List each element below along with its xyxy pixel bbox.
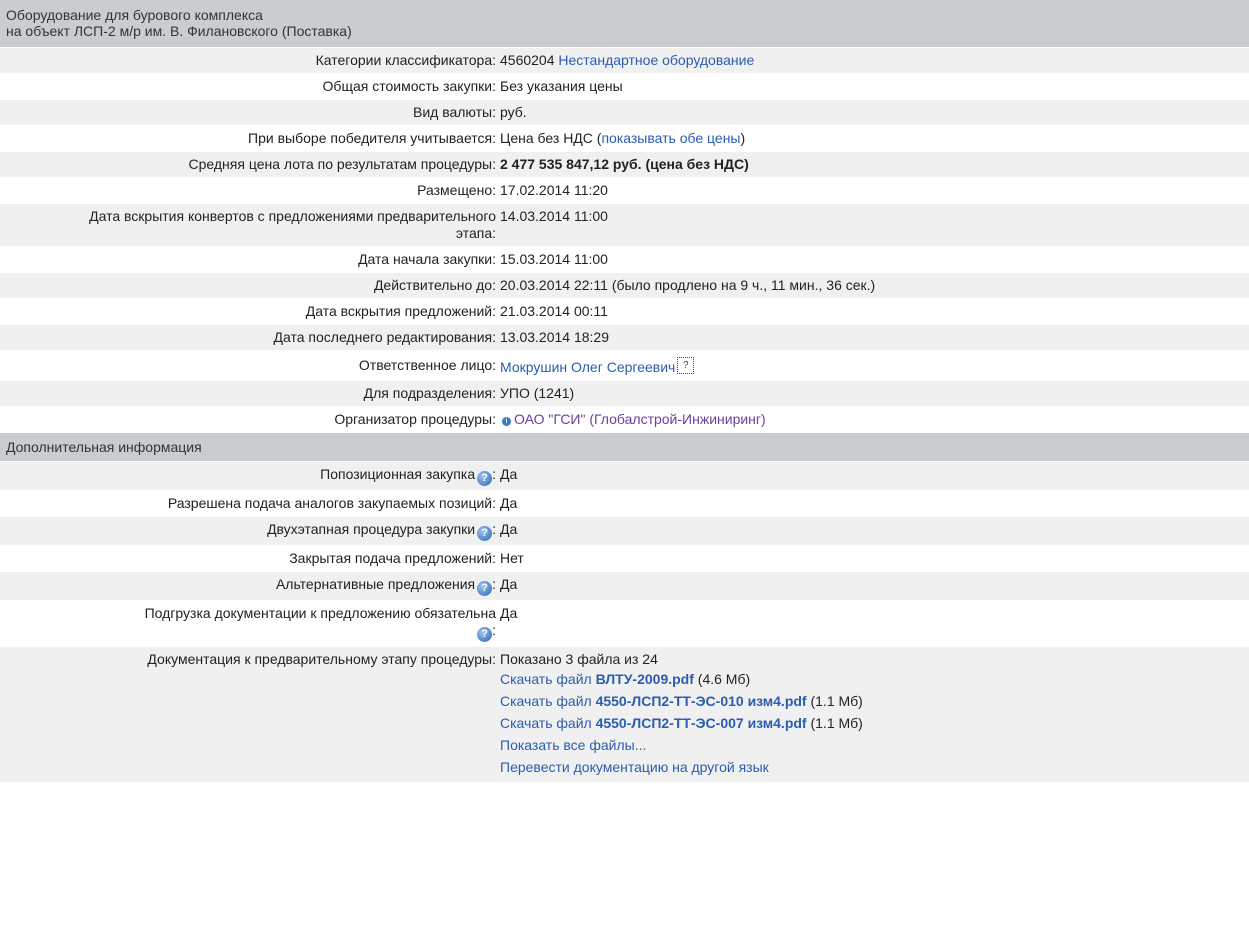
analogs-row: Разрешена подача аналогов закупаемых поз…: [0, 491, 1249, 517]
two-stage-row: Двухэтапная процедура закупки?: Да: [0, 517, 1249, 546]
procedure-title-line1: Оборудование для бурового комплекса: [6, 7, 263, 23]
classifier-row: Категории классификатора: 4560204 Нестан…: [0, 48, 1249, 74]
total-cost-label: Общая стоимость закупки:: [322, 78, 496, 94]
envelopes-opening-value: 14.03.2014 11:00: [500, 208, 608, 224]
currency-value: руб.: [500, 104, 527, 120]
download-file-link[interactable]: Скачать файл ВЛТУ-2009.pdf: [500, 671, 694, 687]
docs-upload-required-row: Подгрузка документации к предложению обя…: [0, 601, 1249, 647]
itemized-label: Попозиционная закупка: [320, 466, 476, 482]
bids-opening-row: Дата вскрытия предложений: 21.03.2014 00…: [0, 299, 1249, 325]
start-date-value: 15.03.2014 11:00: [500, 251, 608, 267]
last-edited-row: Дата последнего редактирования: 13.03.20…: [0, 325, 1249, 351]
closed-submission-row: Закрытая подача предложений: Нет: [0, 546, 1249, 572]
average-price-value: 2 477 535 847,12 руб. (цена без НДС): [500, 156, 749, 172]
show-both-prices-link[interactable]: показывать обе цены: [601, 130, 740, 146]
file-item: Скачать файл 4550-ЛСП2-ТТ-ЭС-010 изм4.pd…: [500, 690, 1245, 712]
last-edited-value: 13.03.2014 18:29: [500, 329, 609, 345]
winner-criteria-row: При выборе победителя учитывается: Цена …: [0, 126, 1249, 152]
file-item: Скачать файл ВЛТУ-2009.pdf (4.6 Мб): [500, 668, 1245, 690]
responsible-person-link[interactable]: Мокрушин Олег Сергеевич: [500, 359, 675, 375]
last-edited-label: Дата последнего редактирования:: [273, 329, 496, 345]
division-row: Для подразделения: УПО (1241): [0, 381, 1249, 407]
docs-upload-required-value: Да: [500, 605, 518, 621]
itemized-value: Да: [500, 466, 518, 482]
valid-until-value: 20.03.2014 22:11 (было продлено на 9 ч.,…: [500, 277, 876, 293]
two-stage-value: Да: [500, 521, 518, 537]
help-icon[interactable]: ?: [477, 526, 493, 541]
posted-value: 17.02.2014 11:20: [500, 182, 608, 198]
help-icon[interactable]: ?: [477, 627, 493, 642]
classifier-link[interactable]: Нестандартное оборудование: [558, 52, 754, 68]
valid-until-row: Действительно до: 20.03.2014 22:11 (было…: [0, 273, 1249, 299]
additional-info-header: Дополнительная информация: [0, 433, 1249, 462]
procedure-title-header: Оборудование для бурового комплекса на о…: [0, 0, 1249, 48]
itemized-row: Попозиционная закупка?: Да: [0, 462, 1249, 491]
help-icon[interactable]: ?: [477, 471, 493, 486]
valid-until-label: Действительно до:: [373, 277, 496, 293]
analogs-label: Разрешена подача аналогов закупаемых поз…: [167, 495, 496, 511]
closed-submission-value: Нет: [500, 550, 524, 566]
documentation-summary: Показано 3 файла из 24: [500, 651, 658, 667]
winner-criteria-value: Цена без НДС (: [500, 130, 602, 146]
classifier-label: Категории классификатора:: [315, 52, 496, 68]
alternative-offers-row: Альтернативные предложения?: Да: [0, 572, 1249, 601]
responsible-label: Ответственное лицо:: [358, 357, 496, 373]
posted-label: Размещено:: [417, 182, 496, 198]
winner-criteria-label: При выборе победителя учитывается:: [248, 130, 496, 146]
documentation-label: Документация к предварительному этапу пр…: [147, 651, 496, 667]
envelopes-opening-label: Дата вскрытия конвертов с предложениями …: [89, 208, 496, 241]
help-icon[interactable]: ?: [477, 581, 493, 596]
posted-row: Размещено: 17.02.2014 11:20: [0, 178, 1249, 204]
show-all-files-link[interactable]: Показать все файлы...: [500, 737, 646, 753]
classifier-code: 4560204: [500, 52, 555, 68]
average-price-row: Средняя цена лота по результатам процеду…: [0, 152, 1249, 178]
alternative-offers-value: Да: [500, 576, 518, 592]
average-price-label: Средняя цена лота по результатам процеду…: [188, 156, 497, 172]
start-date-row: Дата начала закупки: 15.03.2014 11:00: [0, 247, 1249, 273]
winner-criteria-close: ): [740, 130, 746, 146]
organizer-link[interactable]: ОАО "ГСИ" (Глобалстрой-Инжиниринг): [514, 411, 766, 427]
procedure-title-line2: на объект ЛСП-2 м/р им. В. Филановского …: [6, 23, 352, 39]
two-stage-label: Двухэтапная процедура закупки: [267, 521, 476, 537]
file-item: Скачать файл 4550-ЛСП2-ТТ-ЭС-007 изм4.pd…: [500, 712, 1245, 734]
total-cost-row: Общая стоимость закупки: Без указания це…: [0, 74, 1249, 100]
division-value: УПО (1241): [500, 385, 575, 401]
file-size: (1.1 Мб): [810, 715, 863, 731]
currency-row: Вид валюты: руб.: [0, 100, 1249, 126]
analogs-value: Да: [500, 495, 518, 511]
procedure-details: Оборудование для бурового комплекса на о…: [0, 0, 1249, 783]
organizer-row: Организатор процедуры: i ОАО "ГСИ" (Глоба…: [0, 407, 1249, 433]
bids-opening-label: Дата вскрытия предложений:: [305, 303, 496, 319]
download-file-link[interactable]: Скачать файл 4550-ЛСП2-ТТ-ЭС-007 изм4.pd…: [500, 715, 807, 731]
info-icon[interactable]: i: [502, 417, 511, 426]
documentation-row: Документация к предварительному этапу пр…: [0, 647, 1249, 783]
responsible-row: Ответственное лицо: Мокрушин Олег Сергее…: [0, 351, 1249, 381]
organizer-label: Организатор процедуры:: [334, 411, 496, 427]
closed-submission-label: Закрытая подача предложений:: [289, 550, 496, 566]
file-size: (4.6 Мб): [697, 671, 751, 687]
translate-docs-link[interactable]: Перевести документацию на другой язык: [500, 759, 769, 775]
start-date-label: Дата начала закупки:: [358, 251, 496, 267]
docs-upload-required-label: Подгрузка документации к предложению обя…: [144, 605, 496, 621]
total-cost-value: Без указания цены: [500, 78, 623, 94]
bids-opening-value: 21.03.2014 00:11: [500, 303, 608, 319]
file-size: (1.1 Мб): [810, 693, 863, 709]
currency-label: Вид валюты:: [412, 104, 496, 120]
download-file-link[interactable]: Скачать файл 4550-ЛСП2-ТТ-ЭС-010 изм4.pd…: [500, 693, 807, 709]
alternative-offers-label: Альтернативные предложения: [275, 576, 476, 592]
division-label: Для подразделения:: [363, 385, 496, 401]
envelopes-opening-row: Дата вскрытия конвертов с предложениями …: [0, 204, 1249, 247]
question-box-icon[interactable]: ?: [677, 357, 695, 374]
